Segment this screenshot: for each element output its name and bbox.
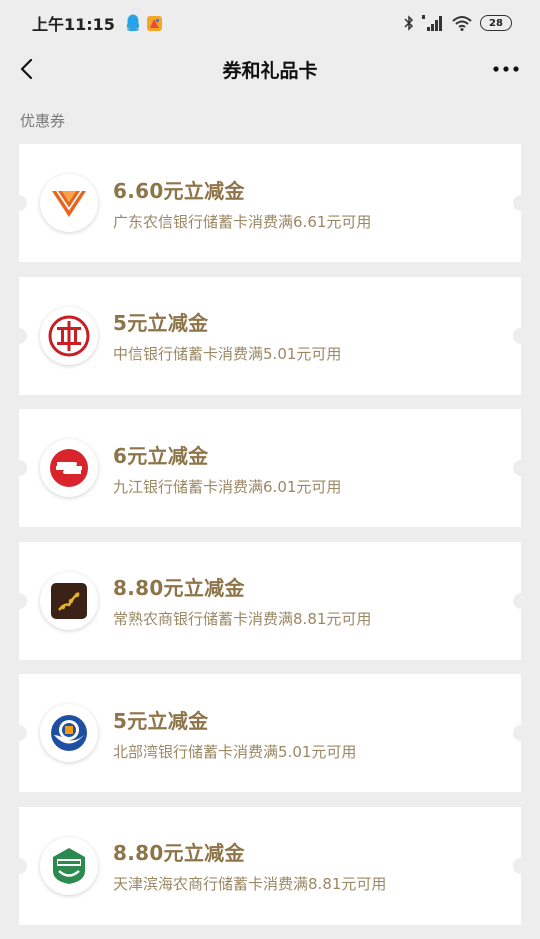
more-options-icon[interactable] — [492, 60, 520, 78]
section-label-coupons: 优惠券 — [20, 112, 66, 130]
tianjin-binhai-rural-bank-logo-icon — [40, 836, 98, 895]
coupon-amount: 8.80元立减金 — [113, 841, 245, 865]
status-bar: 上午11:15 28 — [0, 0, 540, 46]
ticket-notch — [11, 857, 27, 874]
coupon-description: 天津滨海农商行储蓄卡消费满8.81元可用 — [113, 875, 387, 893]
ticket-notch — [513, 725, 529, 741]
coupon-card[interactable]: 5元立减金 北部湾银行储蓄卡消费满5.01元可用 — [11, 674, 529, 792]
ticket-notch — [11, 725, 27, 741]
status-time: 上午11:15 — [32, 15, 115, 34]
jiujiang-bank-logo-icon — [40, 439, 98, 497]
nav-bar: 券和礼品卡 — [0, 46, 540, 92]
wifi-icon — [452, 16, 472, 31]
ticket-notch — [513, 195, 529, 211]
coupon-card[interactable]: 8.80元立减金 天津滨海农商行储蓄卡消费满8.81元可用 — [11, 806, 529, 925]
coupon-description: 常熟农商银行储蓄卡消费满8.81元可用 — [113, 610, 372, 628]
changshu-rural-bank-logo-icon — [40, 571, 98, 630]
ticket-notch — [513, 857, 529, 874]
coupon-list: 6.60元立减金 广东农信银行储蓄卡消费满6.61元可用 5元立减金 中信银行储… — [11, 144, 529, 939]
back-arrow-icon[interactable] — [16, 56, 42, 82]
bluetooth-icon — [404, 15, 414, 31]
coupon-card[interactable]: 6.60元立减金 广东农信银行储蓄卡消费满6.61元可用 — [11, 144, 529, 262]
coupon-description: 九江银行储蓄卡消费满6.01元可用 — [113, 477, 342, 496]
guangdong-rural-credit-logo-icon — [40, 174, 98, 232]
qq-icon — [126, 14, 140, 32]
coupon-amount: 6元立减金 — [113, 443, 209, 468]
beibu-gulf-bank-logo-icon — [40, 704, 98, 762]
coupon-card[interactable]: 8.80元立减金 常熟农商银行储蓄卡消费满8.81元可用 — [11, 541, 529, 660]
ticket-notch — [11, 195, 27, 211]
coupon-description: 北部湾银行储蓄卡消费满5.01元可用 — [113, 742, 357, 761]
coupon-card[interactable]: 5元立减金 中信银行储蓄卡消费满5.01元可用 — [11, 276, 529, 395]
battery-indicator: 28 — [480, 15, 512, 31]
status-notification-icons — [125, 14, 162, 32]
app-icon — [146, 15, 162, 31]
coupon-amount: 8.80元立减金 — [113, 576, 245, 600]
ticket-notch — [513, 327, 529, 344]
ticket-notch — [11, 460, 27, 476]
coupon-amount: 5元立减金 — [113, 311, 209, 335]
page-title: 券和礼品卡 — [222, 59, 318, 82]
ticket-notch — [11, 592, 27, 609]
coupon-amount: 6.60元立减金 — [113, 178, 245, 203]
citic-bank-logo-icon — [40, 306, 98, 365]
ticket-notch — [513, 592, 529, 609]
status-right: 28 — [404, 15, 512, 31]
ticket-notch — [513, 460, 529, 476]
coupon-description: 广东农信银行储蓄卡消费满6.61元可用 — [113, 212, 372, 231]
coupon-amount: 5元立减金 — [113, 708, 209, 733]
signal-icon — [422, 15, 442, 31]
ticket-notch — [11, 327, 27, 344]
coupon-card[interactable]: 6元立减金 九江银行储蓄卡消费满6.01元可用 — [11, 409, 529, 527]
coupon-description: 中信银行储蓄卡消费满5.01元可用 — [113, 345, 342, 363]
